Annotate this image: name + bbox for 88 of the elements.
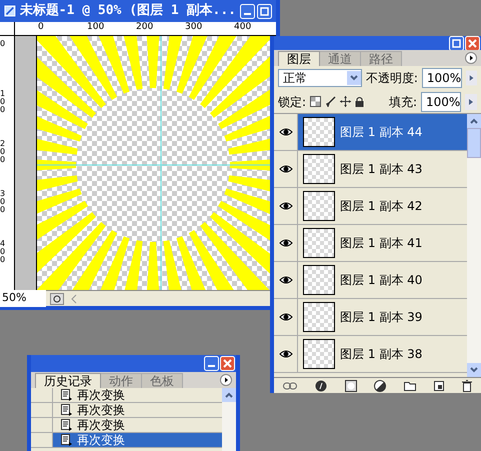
status-menu-icon[interactable] <box>50 292 64 304</box>
history-step-label: 再次变换 <box>77 388 125 402</box>
arrow-right-icon[interactable] <box>465 94 477 110</box>
history-step-label: 再次变换 <box>77 418 125 432</box>
eye-icon[interactable] <box>278 164 292 174</box>
document-step-icon <box>61 389 73 401</box>
ruler-label: 100 <box>87 22 104 32</box>
layer-thumbnail <box>303 191 335 221</box>
eye-icon[interactable] <box>278 238 292 248</box>
opacity-label: 不透明度: <box>366 70 418 87</box>
scroll-up-icon[interactable] <box>222 388 236 402</box>
layer-name: 图层 1 副本 38 <box>340 346 422 363</box>
fill-field[interactable]: 100% <box>421 92 461 112</box>
scrollbar[interactable] <box>467 114 481 377</box>
layer-row[interactable]: 图层 1 副本 43 <box>274 151 467 188</box>
mask-icon[interactable] <box>344 380 357 392</box>
maximize-icon[interactable] <box>449 36 464 50</box>
layer-thumbnail <box>303 154 335 184</box>
layer-row[interactable]: 图层 1 副本 40 <box>274 262 467 299</box>
document-step-icon <box>61 434 73 446</box>
blend-mode-dropdown[interactable]: 正常 <box>278 69 362 87</box>
history-row[interactable]: 再次变换 <box>31 388 222 403</box>
layer-name: 图层 1 副本 43 <box>340 161 422 178</box>
window-title: 未标题-1 @ 50% (图层 1 副本... <box>20 2 236 20</box>
eye-icon[interactable] <box>278 312 292 322</box>
layer-name: 图层 1 副本 42 <box>340 198 422 215</box>
lock-label: 锁定: <box>278 94 306 110</box>
layer-name: 图层 1 副本 41 <box>340 235 422 252</box>
ruler-label: 0 <box>38 22 44 32</box>
layer-name: 图层 1 副本 39 <box>340 309 422 326</box>
folder-icon[interactable] <box>404 380 416 390</box>
history-step-label: 再次变换 <box>77 434 125 446</box>
ruler-label: 400 <box>0 240 6 264</box>
document-icon <box>4 4 16 18</box>
eye-icon[interactable] <box>278 127 292 137</box>
ruler-label: 300 <box>185 22 202 32</box>
brush-icon[interactable] <box>325 96 336 107</box>
history-step-label: 再次变换 <box>77 404 125 416</box>
document-step-icon <box>61 404 73 416</box>
scroll-down-icon[interactable] <box>467 363 481 377</box>
layer-name: 图层 1 副本 40 <box>340 272 422 289</box>
lock-transparency-icon[interactable] <box>310 96 322 107</box>
arrow-right-icon[interactable] <box>466 70 477 86</box>
maximize-icon[interactable] <box>257 4 272 18</box>
lock-icon[interactable] <box>355 96 364 107</box>
opacity-field[interactable]: 100% <box>422 68 462 88</box>
layer-thumbnail <box>303 302 335 332</box>
history-row[interactable]: 再次变换 <box>31 403 222 418</box>
eye-icon[interactable] <box>278 349 292 359</box>
layer-thumbnail <box>303 228 335 258</box>
close-icon[interactable] <box>220 356 235 371</box>
half-circle-icon[interactable] <box>374 380 386 392</box>
minimize-icon[interactable] <box>204 356 219 371</box>
panel-tab[interactable]: 历史记录 <box>35 373 101 388</box>
visibility-toggle[interactable] <box>274 114 298 150</box>
panel-menu-icon[interactable] <box>220 374 232 386</box>
layer-thumbnail <box>303 265 335 295</box>
layer-name: 图层 1 副本 44 <box>340 124 422 141</box>
layer-row[interactable]: 图层 1 副本 39 <box>274 299 467 336</box>
scroll-up-icon[interactable] <box>467 114 481 128</box>
document-step-icon <box>61 419 73 431</box>
new-layer-icon[interactable] <box>434 380 444 390</box>
ruler-label: 400 <box>234 22 252 32</box>
panel-menu-icon[interactable] <box>465 52 477 64</box>
ruler-label: 0 <box>0 40 6 48</box>
link-icon[interactable] <box>282 382 297 390</box>
trash-icon[interactable] <box>462 380 472 392</box>
eye-icon[interactable] <box>278 275 292 285</box>
scrollbar[interactable] <box>222 388 236 451</box>
ruler-label: 300 <box>0 190 6 214</box>
close-icon[interactable] <box>465 36 480 50</box>
eye-icon[interactable] <box>278 201 292 211</box>
layer-row[interactable]: 图层 1 副本 38 <box>274 336 467 373</box>
fill-label: 填充: <box>388 94 417 110</box>
layer-thumbnail <box>303 117 335 147</box>
chevron-down-icon <box>346 71 361 85</box>
layer-row[interactable]: 图层 1 副本 41 <box>274 225 467 262</box>
zoom-field[interactable]: 50% <box>0 290 46 307</box>
layer-thumbnail <box>303 339 335 369</box>
move-icon[interactable] <box>340 96 352 107</box>
ruler-label: 200 <box>136 22 154 32</box>
layer-row[interactable]: 图层 1 副本 42 <box>274 188 467 225</box>
minimize-icon[interactable] <box>240 4 255 18</box>
panel-tab[interactable]: 图层 <box>278 51 320 66</box>
ruler-label: 200 <box>0 140 6 164</box>
layer-row[interactable]: 图层 1 副本 44 <box>274 114 467 151</box>
scroll-thumb[interactable] <box>467 128 481 158</box>
ruler-label: 100 <box>0 90 6 114</box>
